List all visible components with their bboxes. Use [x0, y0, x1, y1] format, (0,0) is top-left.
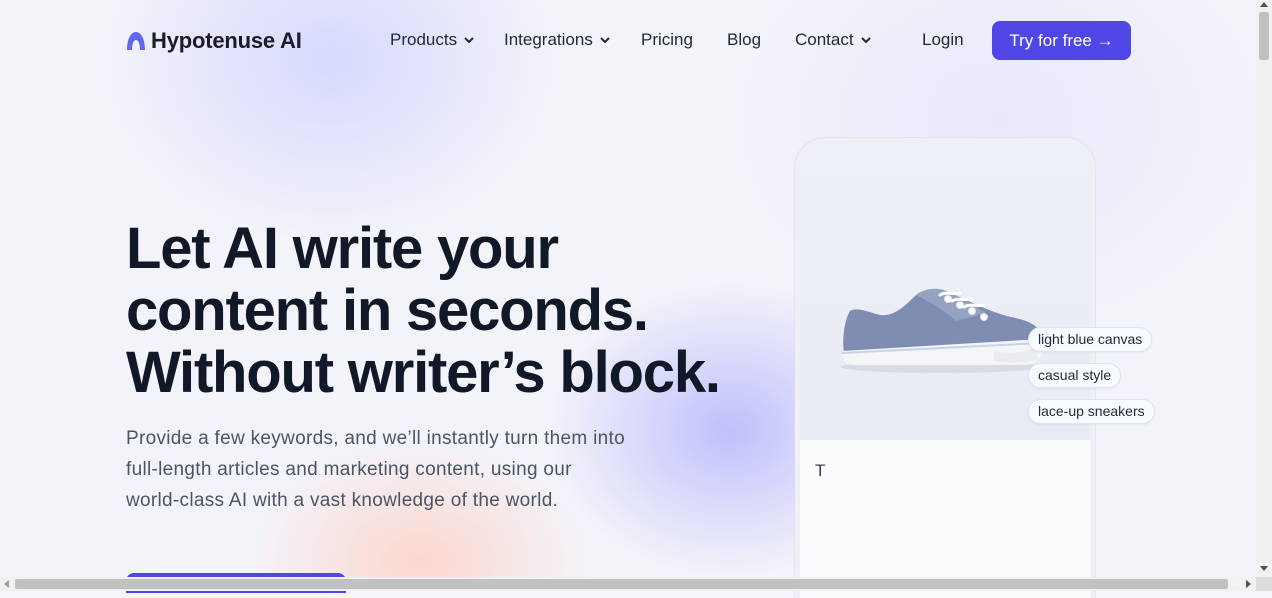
- blue-canvas-sneaker-image: [841, 288, 1043, 373]
- scroll-right-arrow-icon[interactable]: [1246, 580, 1251, 588]
- try-for-free-label: Try for free →: [1009, 30, 1114, 50]
- nav-integrations-label: Integrations: [504, 30, 593, 49]
- try-for-free-button[interactable]: Try for free →: [992, 21, 1131, 60]
- vertical-scroll-thumb[interactable]: [1259, 12, 1269, 60]
- nav-products-label: Products: [390, 30, 458, 49]
- nav-integrations[interactable]: Integrations: [504, 30, 611, 50]
- keyword-tag: casual style: [1028, 363, 1122, 388]
- login-link[interactable]: Login: [922, 30, 964, 50]
- keyword-tag: lace-up sneakers: [1028, 399, 1155, 424]
- scroll-left-arrow-icon[interactable]: [4, 580, 9, 588]
- product-image: [800, 143, 1090, 440]
- brand-logo[interactable]: Hypotenuse AI: [125, 28, 302, 54]
- hypotenuse-logo-icon: [127, 32, 145, 50]
- scroll-up-arrow-icon[interactable]: [1260, 2, 1268, 7]
- scrollbar-corner: [1256, 577, 1272, 591]
- nav-pricing[interactable]: Pricing: [641, 30, 693, 50]
- keyword-tag: light blue canvas: [1028, 327, 1153, 352]
- chevron-down-icon: [600, 37, 610, 44]
- hero-headline: Let AI write your content in seconds. Wi…: [126, 216, 721, 405]
- hero-subheadline: Provide a few keywords, and we’ll instan…: [126, 428, 625, 511]
- nav-contact-label: Contact: [795, 30, 854, 49]
- nav-products[interactable]: Products: [390, 30, 475, 50]
- nav-contact[interactable]: Contact: [795, 30, 872, 50]
- brand-name: Hypotenuse AI: [151, 28, 302, 53]
- nav-pricing-label: Pricing: [641, 30, 693, 49]
- nav-blog[interactable]: Blog: [727, 30, 761, 50]
- horizontal-scrollbar[interactable]: [0, 577, 1256, 591]
- horizontal-scroll-thumb[interactable]: [15, 579, 1228, 589]
- chevron-down-icon: [860, 37, 871, 44]
- scroll-down-arrow-icon[interactable]: [1260, 566, 1268, 571]
- chevron-down-icon: [464, 37, 474, 44]
- vertical-scrollbar[interactable]: [1256, 0, 1272, 577]
- nav-blog-label: Blog: [727, 30, 762, 49]
- top-navigation: Hypotenuse AI Products Integrations Pric…: [0, 0, 1256, 80]
- generated-text: T: [815, 461, 826, 480]
